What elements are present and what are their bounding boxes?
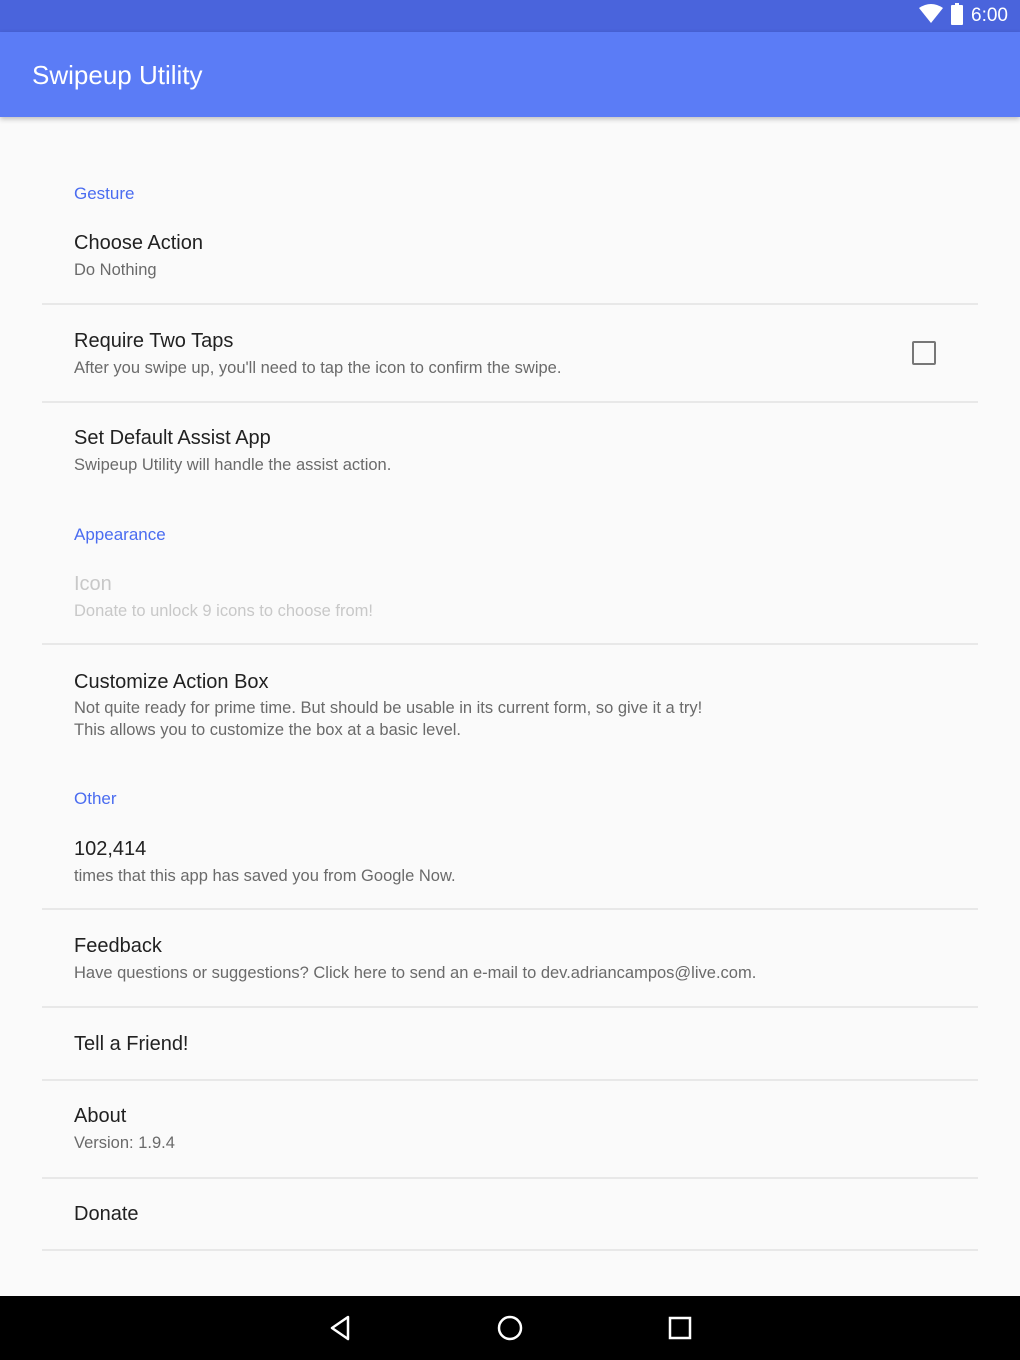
pref-title: Set Default Assist App <box>74 427 271 449</box>
pref-about[interactable]: About Version: 1.9.4 <box>42 1081 978 1177</box>
pref-title: 102,414 <box>74 838 147 860</box>
pref-summary: After you swipe up, you'll need to tap t… <box>74 359 562 377</box>
app-bar: Swipeup Utility <box>0 32 1020 117</box>
pref-title: About <box>74 1105 127 1127</box>
category-appearance: Appearance <box>74 525 166 544</box>
pref-summary: Version: 1.9.4 <box>74 1134 175 1152</box>
pref-summary-line-2: This allows you to customize the box at … <box>74 721 462 739</box>
pref-title: Feedback <box>74 935 162 957</box>
pref-title: Tell a Friend! <box>74 1033 189 1055</box>
pref-summary: Have questions or suggestions? Click her… <box>74 964 757 982</box>
pref-donate[interactable]: Donate <box>42 1179 978 1249</box>
pref-default-assist-app[interactable]: Set Default Assist App Swipeup Utility w… <box>42 403 978 499</box>
pref-feedback[interactable]: Feedback Have questions or suggestions? … <box>42 910 978 1006</box>
pref-summary: Swipeup Utility will handle the assist a… <box>74 456 392 474</box>
settings-list: Gesture Choose Action Do Nothing Require… <box>0 117 1020 1296</box>
pref-summary: Do Nothing <box>74 261 157 279</box>
pref-title: Donate <box>74 1203 139 1225</box>
pref-customize-action-box[interactable]: Customize Action Box Not quite ready for… <box>42 645 978 755</box>
pref-title: Require Two Taps <box>74 330 234 352</box>
navigation-bar <box>0 1296 1020 1360</box>
home-icon[interactable] <box>494 1312 526 1344</box>
status-bar: 6:00 <box>0 0 1020 32</box>
category-other: Other <box>74 789 117 808</box>
app-title: Swipeup Utility <box>32 60 203 90</box>
pref-summary: Donate to unlock 9 icons to choose from! <box>74 602 373 620</box>
pref-title: Icon <box>74 573 112 595</box>
pref-summary: times that this app has saved you from G… <box>74 867 456 885</box>
pref-title: Customize Action Box <box>74 671 269 693</box>
status-time: 6:00 <box>971 5 1008 26</box>
pref-icon: Icon Donate to unlock 9 icons to choose … <box>42 557 978 643</box>
pref-summary-line-1: Not quite ready for prime time. But shou… <box>74 699 703 717</box>
pref-counter[interactable]: 102,414 times that this app has saved yo… <box>42 822 978 908</box>
pref-choose-action[interactable]: Choose Action Do Nothing <box>42 217 978 303</box>
pref-require-two-taps[interactable]: Require Two Taps After you swipe up, you… <box>42 305 978 401</box>
pref-title: Choose Action <box>74 232 203 254</box>
status-icons: 6:00 <box>919 2 1008 30</box>
pref-tell-a-friend[interactable]: Tell a Friend! <box>42 1008 978 1079</box>
wifi-icon <box>919 3 944 29</box>
battery-icon <box>951 2 964 30</box>
category-gesture: Gesture <box>74 184 135 203</box>
divider <box>42 1249 978 1251</box>
require-two-taps-checkbox[interactable] <box>912 341 936 365</box>
recents-icon[interactable] <box>664 1312 696 1344</box>
back-icon[interactable] <box>324 1312 356 1344</box>
